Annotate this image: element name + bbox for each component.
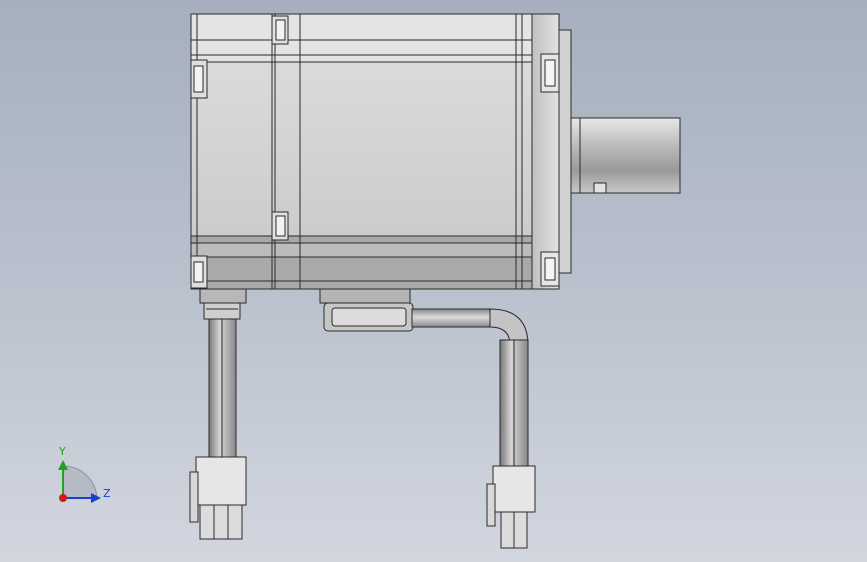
power-cable-gland — [199, 288, 247, 320]
encoder-cable — [411, 308, 529, 469]
motor-shaft — [570, 117, 681, 194]
cad-model-view[interactable]: Y Z — [0, 0, 867, 562]
y-axis-label: Y — [58, 445, 66, 458]
power-connector-plug — [189, 456, 247, 540]
motor-body — [190, 13, 533, 290]
view-triad: Y Z — [58, 445, 111, 503]
motor-flange — [531, 13, 572, 290]
x-axis-dot — [59, 494, 67, 502]
encoder-connector-plug — [486, 465, 536, 549]
graphics-viewport[interactable]: Y Z — [0, 0, 867, 562]
power-cable — [208, 318, 237, 460]
encoder-connector-housing — [319, 288, 414, 332]
z-axis-label: Z — [103, 487, 111, 500]
